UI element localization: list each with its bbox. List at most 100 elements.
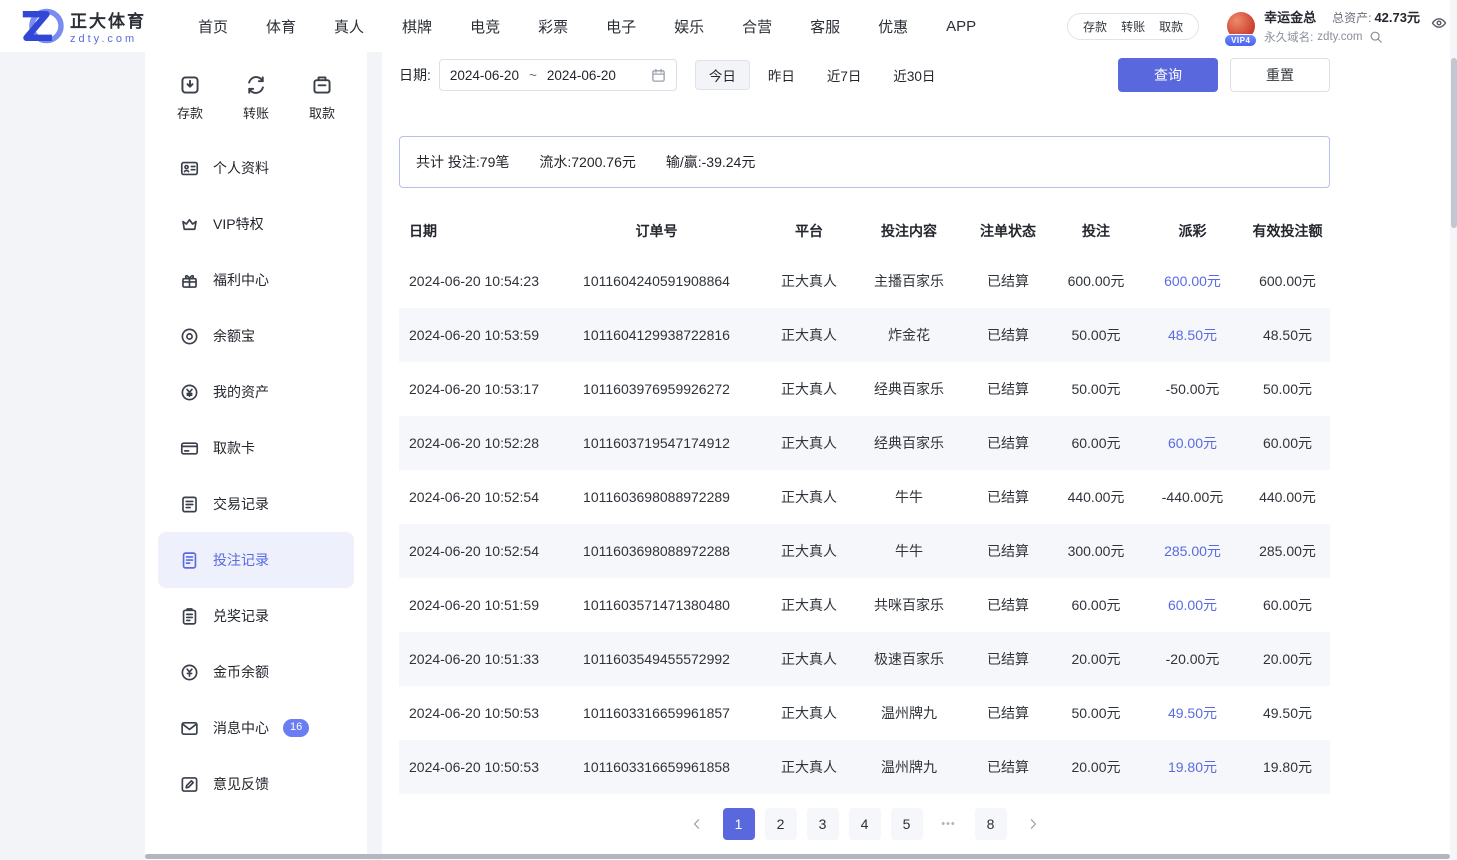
sidebar-item-label: VIP特权 — [213, 214, 264, 234]
page-button-4[interactable]: 4 — [849, 808, 881, 840]
nav-item-3[interactable]: 棋牌 — [402, 16, 432, 37]
cell-valid: 20.00元 — [1245, 649, 1330, 669]
table-row: 2024-06-20 10:50:531011603316659961857正大… — [399, 686, 1330, 740]
withdraw-icon — [311, 74, 333, 96]
nav-item-2[interactable]: 真人 — [334, 16, 364, 37]
quick-action-withdraw[interactable]: 取款 — [309, 74, 335, 122]
page-button-2[interactable]: 2 — [765, 808, 797, 840]
header-account-area: 存款转账取款 VIP4 幸运金总 总资产: 42.73元 永久域名: zdty.… — [1067, 0, 1420, 52]
sidebar-item-5[interactable]: 取款卡 — [158, 420, 354, 476]
table-row: 2024-06-20 10:51:331011603549455572992正大… — [399, 632, 1330, 686]
eye-icon[interactable] — [1431, 15, 1447, 31]
horizontal-scrollbar-thumb[interactable] — [145, 854, 1450, 859]
quick-action-transfer[interactable]: 转账 — [243, 74, 269, 122]
range-preset-2[interactable]: 近7日 — [813, 60, 876, 90]
feedback-icon — [180, 775, 199, 794]
cell-content: 极速百家乐 — [854, 649, 964, 669]
cell-order: 1011603571471380480 — [549, 597, 764, 613]
date-separator: ~ — [529, 68, 537, 83]
message-icon — [180, 719, 199, 738]
cell-content: 共咪百家乐 — [854, 595, 964, 615]
cell-payout: 600.00元 — [1140, 271, 1245, 291]
table-body: 2024-06-20 10:54:231011604240591908864正大… — [399, 254, 1330, 794]
sidebar-item-9[interactable]: 金币余额 — [158, 644, 354, 700]
sidebar-item-6[interactable]: 交易记录 — [158, 476, 354, 532]
cell-status: 已结算 — [964, 433, 1052, 453]
wallet-action-2[interactable]: 取款 — [1159, 18, 1183, 35]
horizontal-scrollbar[interactable] — [145, 854, 1450, 860]
sidebar-item-8[interactable]: 兑奖记录 — [158, 588, 354, 644]
sidebar-item-4[interactable]: 我的资产 — [158, 364, 354, 420]
nav-item-4[interactable]: 电竞 — [470, 16, 500, 37]
cell-order: 1011603698088972289 — [549, 489, 764, 505]
nav-item-6[interactable]: 电子 — [606, 16, 636, 37]
nav-item-5[interactable]: 彩票 — [538, 16, 568, 37]
top-header: 正大体育 zdty.com 首页体育真人棋牌电竞彩票电子娱乐合营客服优惠APP … — [0, 0, 1457, 52]
assets-value: 42.73元 — [1374, 7, 1420, 26]
search-icon[interactable] — [1369, 30, 1383, 44]
nav-item-10[interactable]: 优惠 — [878, 16, 908, 37]
range-preset-0[interactable]: 今日 — [695, 60, 750, 90]
page-button-5[interactable]: 5 — [891, 808, 923, 840]
nav-item-9[interactable]: 客服 — [810, 16, 840, 37]
sidebar-item-11[interactable]: 意见反馈 — [158, 756, 354, 812]
nav-item-1[interactable]: 体育 — [266, 16, 296, 37]
cell-date: 2024-06-20 10:52:54 — [399, 489, 549, 505]
wallet-action-1[interactable]: 转账 — [1121, 18, 1145, 35]
cell-platform: 正大真人 — [764, 271, 854, 291]
cell-bet: 440.00元 — [1052, 487, 1140, 507]
quick-action-deposit[interactable]: 存款 — [177, 74, 203, 122]
cell-status: 已结算 — [964, 379, 1052, 399]
sidebar-item-label: 我的资产 — [213, 382, 269, 402]
column-header: 注单状态 — [964, 221, 1052, 241]
table-header-row: 日期订单号平台投注内容注单状态投注派彩有效投注额 — [399, 208, 1330, 254]
sidebar-item-10[interactable]: 消息中心16 — [158, 700, 354, 756]
sidebar-item-2[interactable]: 福利中心 — [158, 252, 354, 308]
sidebar-item-label: 兑奖记录 — [213, 606, 269, 626]
bets-icon — [180, 551, 199, 570]
cell-status: 已结算 — [964, 541, 1052, 561]
cell-status: 已结算 — [964, 325, 1052, 345]
nav-item-7[interactable]: 娱乐 — [674, 16, 704, 37]
cell-bet: 20.00元 — [1052, 649, 1140, 669]
cell-valid: 285.00元 — [1245, 541, 1330, 561]
nav-item-11[interactable]: APP — [946, 18, 976, 35]
prev-page-button[interactable] — [681, 808, 713, 840]
nav-item-8[interactable]: 合营 — [742, 16, 772, 37]
brand-logo[interactable]: 正大体育 zdty.com — [18, 6, 146, 46]
unread-badge: 16 — [283, 719, 309, 736]
sidebar-item-3[interactable]: 余额宝 — [158, 308, 354, 364]
reset-button[interactable]: 重置 — [1230, 58, 1330, 92]
username: 幸运金总 — [1264, 7, 1316, 26]
vertical-scrollbar[interactable] — [1450, 0, 1457, 860]
query-button[interactable]: 查询 — [1118, 58, 1218, 92]
sidebar-item-7[interactable]: 投注记录 — [158, 532, 354, 588]
cell-valid: 49.50元 — [1245, 703, 1330, 723]
redeem-icon — [180, 607, 199, 626]
summary-part-1: 流水:7200.76元 — [539, 152, 636, 172]
cell-valid: 60.00元 — [1245, 595, 1330, 615]
page-ellipsis[interactable]: ••• — [933, 808, 965, 840]
range-preset-3[interactable]: 近30日 — [879, 60, 949, 90]
cell-order: 1011603549455572992 — [549, 651, 764, 667]
cell-bet: 600.00元 — [1052, 271, 1140, 291]
next-page-button[interactable] — [1017, 808, 1049, 840]
nav-item-0[interactable]: 首页 — [198, 16, 228, 37]
page-button-3[interactable]: 3 — [807, 808, 839, 840]
cell-platform: 正大真人 — [764, 757, 854, 777]
range-preset-1[interactable]: 昨日 — [754, 60, 809, 90]
cell-status: 已结算 — [964, 595, 1052, 615]
table-row: 2024-06-20 10:53:591011604129938722816正大… — [399, 308, 1330, 362]
sidebar-item-0[interactable]: 个人资料 — [158, 140, 354, 196]
page-button-8[interactable]: 8 — [975, 808, 1007, 840]
sidebar-item-label: 金币余额 — [213, 662, 269, 682]
summary-bar: 共计 投注:79笔流水:7200.76元输/赢:-39.24元 — [399, 136, 1330, 188]
vertical-scrollbar-thumb[interactable] — [1451, 58, 1457, 228]
cell-order: 1011603719547174912 — [549, 435, 764, 451]
page-button-1[interactable]: 1 — [723, 808, 755, 840]
wallet-action-0[interactable]: 存款 — [1083, 18, 1107, 35]
cell-payout: 285.00元 — [1140, 541, 1245, 561]
sidebar-item-1[interactable]: VIP特权 — [158, 196, 354, 252]
sidebar-item-label: 个人资料 — [213, 158, 269, 178]
date-range-input[interactable]: 2024-06-20 ~ 2024-06-20 — [439, 59, 677, 91]
